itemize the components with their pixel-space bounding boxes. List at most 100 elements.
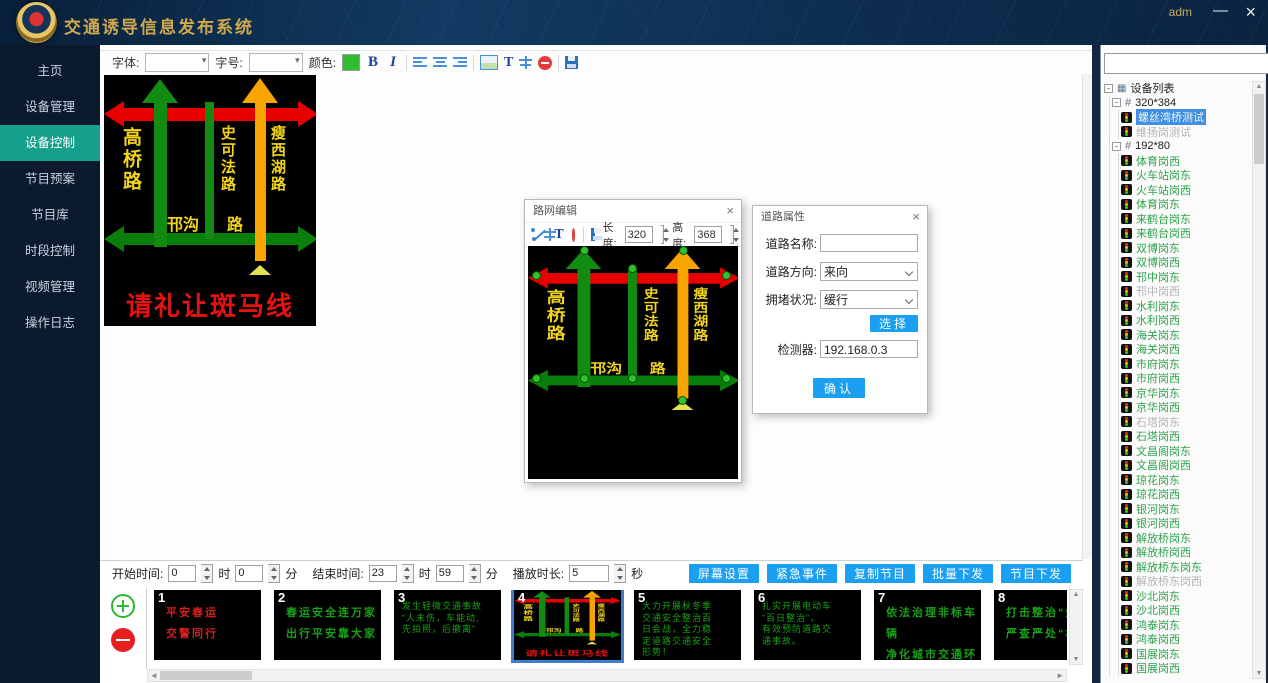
tree-device[interactable]: 火车站岗西 — [1121, 183, 1250, 198]
tree-device[interactable]: 体育岗东 — [1121, 197, 1250, 212]
search-input[interactable] — [1104, 53, 1268, 74]
tree-device[interactable]: 沙北岗西 — [1121, 603, 1250, 618]
tree-device[interactable]: 水利岗东 — [1121, 299, 1250, 314]
node-handle[interactable] — [679, 246, 688, 255]
tree-device[interactable]: 解放桥岗西 — [1121, 545, 1250, 560]
screen-settings-button[interactable]: 屏幕设置 — [689, 564, 759, 583]
tree-scrollbar[interactable]: ▲ ▼ — [1252, 81, 1266, 679]
road-direction-select[interactable]: 来向 — [820, 262, 918, 281]
node-handle[interactable] — [532, 374, 541, 383]
bold-button[interactable]: B — [366, 54, 380, 71]
playlist-item[interactable]: 3发生轻微交通事故“人未伤，车能动,先拍照，后撤离” — [394, 590, 501, 660]
start-hour-stepper[interactable] — [201, 564, 213, 583]
road-properties-titlebar[interactable]: 道路属性 × — [753, 206, 927, 228]
node-handle[interactable] — [722, 374, 731, 383]
tree-device[interactable]: 双博岗西 — [1121, 255, 1250, 270]
collapse-toggle[interactable]: - — [1112, 142, 1121, 151]
tree-device[interactable]: 解放桥东岗东 — [1121, 560, 1250, 575]
sign-preview[interactable]: 高桥路 史可法路 瘦西湖路 邗沟 路 请礼让斑马线 — [104, 75, 316, 326]
end-minute-input[interactable]: 59 — [436, 565, 464, 582]
node-handle[interactable] — [580, 374, 589, 383]
playlist-horizontal-scrollbar[interactable]: ◄ ► — [147, 669, 1067, 682]
tree-device[interactable]: 鸿泰岗西 — [1121, 632, 1250, 647]
playlist-item[interactable]: 7依法治理非标车辆净化城市交通环境 — [874, 590, 981, 660]
editor-road-map[interactable]: 高桥路 史可法路 瘦西湖路 邗沟 路 请礼让斑马线 — [528, 246, 738, 452]
road-name-input[interactable] — [820, 234, 918, 252]
font-select[interactable] — [145, 53, 209, 72]
scrollbar-thumb[interactable] — [1254, 94, 1264, 164]
tree-device[interactable]: 体育岗西 — [1121, 154, 1250, 169]
road-cross-icon[interactable] — [543, 228, 546, 241]
duration-stepper[interactable] — [614, 564, 626, 583]
start-minute-stepper[interactable] — [268, 564, 280, 583]
playlist-vertical-scrollbar[interactable]: ▲ ▼ — [1069, 589, 1083, 665]
tree-device[interactable]: 京华岗西 — [1121, 400, 1250, 415]
end-hour-stepper[interactable] — [402, 564, 414, 583]
logged-in-user[interactable]: adm — [1169, 5, 1192, 19]
tree-device[interactable]: 文昌阁岗东 — [1121, 444, 1250, 459]
tree-device[interactable]: 邗中岗西 — [1121, 284, 1250, 299]
sidebar-item-节目预案[interactable]: 节目预案 — [0, 161, 100, 197]
tree-device[interactable]: 海关岗东 — [1121, 328, 1250, 343]
tree-device[interactable]: 双博岗东 — [1121, 241, 1250, 256]
scroll-right-icon[interactable]: ► — [1056, 670, 1064, 681]
scrollbar-thumb[interactable] — [160, 671, 252, 680]
close-icon[interactable]: × — [726, 200, 734, 222]
tree-device[interactable]: 解放桥东岗西 — [1121, 574, 1250, 589]
tree-device[interactable]: 火车站岗东 — [1121, 168, 1250, 183]
panel-splitter[interactable] — [1092, 45, 1100, 683]
end-minute-stepper[interactable] — [469, 564, 481, 583]
font-size-select[interactable] — [249, 53, 303, 72]
scroll-up-icon[interactable]: ▲ — [1253, 83, 1265, 90]
tree-device[interactable]: 石塔岗西 — [1121, 429, 1250, 444]
align-right-icon[interactable] — [453, 57, 467, 68]
save-icon[interactable] — [591, 228, 594, 241]
tree-device[interactable]: 螺丝湾桥测试 — [1121, 110, 1250, 125]
scroll-left-icon[interactable]: ◄ — [150, 670, 158, 681]
node-handle[interactable] — [722, 271, 731, 280]
congestion-select[interactable]: 缓行 — [820, 290, 918, 309]
tree-device[interactable]: 鸿泰岗东 — [1121, 618, 1250, 633]
road-network-icon[interactable] — [519, 56, 532, 69]
delete-icon[interactable] — [538, 56, 552, 70]
length-stepper[interactable] — [661, 225, 665, 244]
tree-device[interactable]: 京华岗东 — [1121, 386, 1250, 401]
playlist-item[interactable]: 5大力开展秋冬季交通安全整治百日会战，全力稳定道路交通安全形势！ — [634, 590, 741, 660]
tree-device[interactable]: 国展岗西 — [1121, 661, 1250, 676]
tree-device[interactable]: 维扬岗测试 — [1121, 125, 1250, 140]
tree-device[interactable]: 银河岗东 — [1121, 502, 1250, 517]
tree-device[interactable]: 琼花岗西 — [1121, 487, 1250, 502]
canvas-scrollbar[interactable] — [1082, 74, 1092, 559]
tree-group[interactable]: -#192*80 — [1112, 139, 1250, 154]
playlist-item[interactable]: 8打击整治“灯严查严处“机 — [994, 590, 1067, 660]
close-icon[interactable]: × — [1245, 2, 1256, 23]
playlist-item[interactable]: 1平安春运交警同行 — [154, 590, 261, 660]
sidebar-item-视频管理[interactable]: 视频管理 — [0, 269, 100, 305]
start-minute-input[interactable]: 0 — [235, 565, 263, 582]
playlist-item[interactable]: 6扎实开展电动车“百日整治”，有效预防道路交通事故。 — [754, 590, 861, 660]
sidebar-item-设备控制[interactable]: 设备控制 — [0, 125, 100, 161]
sign-preview[interactable]: 高桥路 史可法路 瘦西湖路 邗沟 路 请礼让斑马线 — [514, 590, 620, 658]
color-swatch[interactable] — [342, 54, 360, 71]
tree-device[interactable]: 银河岗西 — [1121, 516, 1250, 531]
tree-device[interactable]: 来鹤台岗西 — [1121, 226, 1250, 241]
sidebar-item-时段控制[interactable]: 时段控制 — [0, 233, 100, 269]
tree-device[interactable]: 海关岗西 — [1121, 342, 1250, 357]
tree-device[interactable]: 石塔岗东 — [1121, 415, 1250, 430]
start-hour-input[interactable]: 0 — [168, 565, 196, 582]
node-handle[interactable] — [532, 271, 541, 280]
tree-group[interactable]: -#320*384 — [1112, 96, 1250, 111]
copy-program-button[interactable]: 复制节目 — [845, 564, 915, 583]
end-hour-input[interactable]: 23 — [369, 565, 397, 582]
italic-button[interactable]: I — [386, 54, 400, 71]
text-tool-icon[interactable]: T — [504, 55, 513, 71]
batch-send-button[interactable]: 批量下发 — [923, 564, 993, 583]
confirm-button[interactable]: 确认 — [813, 378, 865, 398]
tree-device[interactable]: 国展岗东 — [1121, 647, 1250, 662]
text-tool-icon[interactable]: T — [554, 227, 563, 243]
playlist-item[interactable]: 2春运安全连万家出行平安靠大家 — [274, 590, 381, 660]
program-send-button[interactable]: 节目下发 — [1001, 564, 1071, 583]
tree-device[interactable]: 琼花岗东 — [1121, 473, 1250, 488]
minimize-icon[interactable]: — — [1213, 2, 1228, 19]
detector-input[interactable]: 192.168.0.3 — [820, 340, 918, 358]
